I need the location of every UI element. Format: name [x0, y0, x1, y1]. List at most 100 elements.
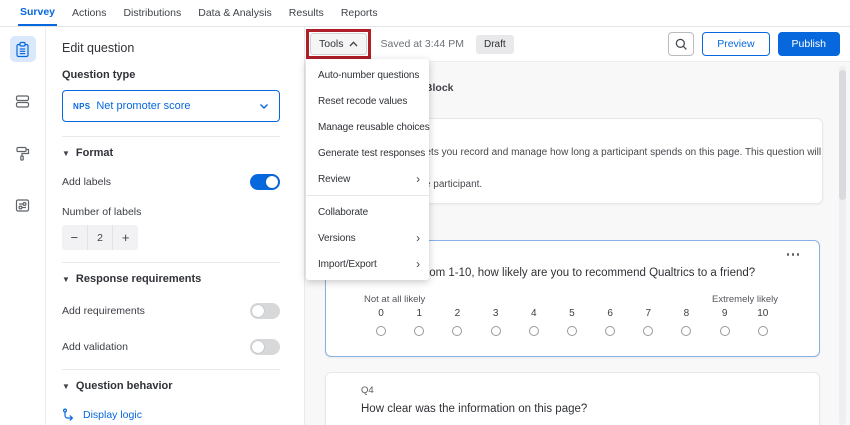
increment-button[interactable]: +	[113, 225, 138, 250]
submenu-chevron-icon: ›	[416, 173, 420, 185]
survey-options-icon[interactable]	[10, 192, 36, 218]
scrollbar-track[interactable]	[839, 66, 846, 425]
question-id: Q4	[361, 385, 374, 396]
scale-number: 8	[667, 308, 705, 323]
collapse-triangle-icon: ▼	[62, 275, 70, 284]
chevron-up-icon	[349, 41, 358, 47]
question-behavior-section: ▼ Question behavior Display logic	[62, 369, 280, 425]
annotation-highlight-box: Tools	[306, 29, 371, 59]
tab-distributions[interactable]: Distributions	[121, 0, 183, 26]
status-badge: Draft	[476, 35, 514, 54]
publish-button[interactable]: Publish	[778, 32, 840, 56]
scale-number: 4	[515, 308, 553, 323]
response-requirements-header[interactable]: ▼ Response requirements	[62, 263, 280, 285]
look-and-feel-icon[interactable]	[10, 140, 36, 166]
add-labels-toggle[interactable]	[250, 174, 280, 190]
scale-number: 10	[744, 308, 782, 323]
chevron-down-icon	[259, 103, 269, 110]
tools-button-label: Tools	[319, 38, 344, 50]
display-logic-icon	[62, 408, 75, 421]
scale-number: 7	[629, 308, 667, 323]
radio-button-0[interactable]	[376, 326, 386, 336]
radio-button-1[interactable]	[414, 326, 424, 336]
add-requirements-label: Add requirements	[62, 305, 145, 317]
display-logic-label: Display logic	[83, 409, 142, 421]
menu-item-auto-number-questions[interactable]: Auto-number questions	[306, 62, 429, 88]
menu-item-label: Review	[318, 174, 350, 185]
tab-survey[interactable]: Survey	[18, 0, 57, 26]
panel-title: Edit question	[62, 41, 280, 55]
scale-number: 2	[438, 308, 476, 323]
tab-actions[interactable]: Actions	[70, 0, 108, 26]
scale-number: 5	[553, 308, 591, 323]
menu-divider	[306, 195, 429, 196]
stepper-value: 2	[87, 225, 114, 250]
save-status-text: Saved at 3:44 PM	[381, 38, 464, 50]
radio-button-4[interactable]	[529, 326, 539, 336]
menu-item-collaborate[interactable]: Collaborate	[306, 199, 429, 225]
scale-numbers: 0 1 2 3 4 5 6 7 8 9 10	[362, 308, 782, 323]
radio-button-7[interactable]	[643, 326, 653, 336]
search-button[interactable]	[668, 32, 694, 56]
add-requirements-toggle[interactable]	[250, 303, 280, 319]
radio-button-8[interactable]	[681, 326, 691, 336]
scale-number: 6	[591, 308, 629, 323]
survey-toolbar: Tools Saved at 3:44 PM Draft	[305, 27, 850, 62]
radio-button-2[interactable]	[452, 326, 462, 336]
menu-item-versions[interactable]: Versions ›	[306, 225, 429, 251]
nps-scale: Not at all likely Extremely likely 0 1 2…	[362, 294, 782, 336]
question-type-select[interactable]: NPS Net promoter score	[62, 90, 280, 122]
number-of-labels-label: Number of labels	[62, 206, 280, 218]
scale-number: 0	[362, 308, 400, 323]
question-menu-icon[interactable]	[785, 251, 802, 258]
q4-question-card[interactable]: Q4 How clear was the information on this…	[325, 372, 820, 425]
question-behavior-title: Question behavior	[76, 380, 173, 392]
add-labels-label: Add labels	[62, 176, 111, 188]
scale-number: 9	[706, 308, 744, 323]
question-type-label: Question type	[62, 69, 280, 81]
menu-item-review[interactable]: Review ›	[306, 166, 429, 192]
scale-right-label: Extremely likely	[712, 294, 778, 305]
left-icon-rail	[0, 27, 45, 425]
add-validation-label: Add validation	[62, 341, 128, 353]
menu-item-label: Import/Export	[318, 259, 377, 270]
survey-flow-icon[interactable]	[10, 88, 36, 114]
edit-question-panel: Edit question Question type NPS Net prom…	[45, 27, 305, 425]
radio-button-10[interactable]	[758, 326, 768, 336]
tab-reports[interactable]: Reports	[339, 0, 380, 26]
collapse-triangle-icon: ▼	[62, 149, 70, 158]
response-requirements-section: ▼ Response requirements Add requirements…	[62, 262, 280, 355]
tab-results[interactable]: Results	[287, 0, 326, 26]
top-nav: Survey Actions Distributions Data & Anal…	[0, 0, 850, 27]
search-icon	[674, 37, 688, 51]
tools-button[interactable]: Tools	[310, 33, 367, 55]
menu-item-import-export[interactable]: Import/Export ›	[306, 251, 429, 277]
format-section-title: Format	[76, 147, 113, 159]
radio-button-3[interactable]	[491, 326, 501, 336]
scale-radios	[362, 323, 782, 336]
preview-button[interactable]: Preview	[702, 32, 769, 56]
scale-number: 3	[477, 308, 515, 323]
tab-data-analysis[interactable]: Data & Analysis	[196, 0, 274, 26]
menu-item-manage-reusable-choices[interactable]: Manage reusable choices	[306, 114, 429, 140]
menu-item-label: Versions	[318, 233, 356, 244]
format-section-header[interactable]: ▼ Format	[62, 137, 280, 159]
radio-button-6[interactable]	[605, 326, 615, 336]
timing-question-text: This question lets you record and manage…	[361, 145, 822, 193]
collapse-triangle-icon: ▼	[62, 382, 70, 391]
radio-button-9[interactable]	[720, 326, 730, 336]
menu-item-generate-test-responses[interactable]: Generate test responses	[306, 140, 429, 166]
question-behavior-header[interactable]: ▼ Question behavior	[62, 370, 280, 392]
radio-button-5[interactable]	[567, 326, 577, 336]
qualtrics-survey-builder: Survey Actions Distributions Data & Anal…	[0, 0, 850, 425]
number-of-labels-stepper: − 2 +	[62, 225, 138, 250]
scrollbar-thumb[interactable]	[839, 70, 846, 200]
scale-number: 1	[400, 308, 438, 323]
add-validation-toggle[interactable]	[250, 339, 280, 355]
display-logic-link[interactable]: Display logic	[62, 408, 280, 421]
decrement-button[interactable]: −	[62, 225, 87, 250]
survey-builder-icon[interactable]	[10, 36, 36, 62]
scale-left-label: Not at all likely	[364, 294, 425, 305]
menu-item-reset-recode-values[interactable]: Reset recode values	[306, 88, 429, 114]
tools-dropdown-menu: Auto-number questions Reset recode value…	[306, 59, 429, 280]
